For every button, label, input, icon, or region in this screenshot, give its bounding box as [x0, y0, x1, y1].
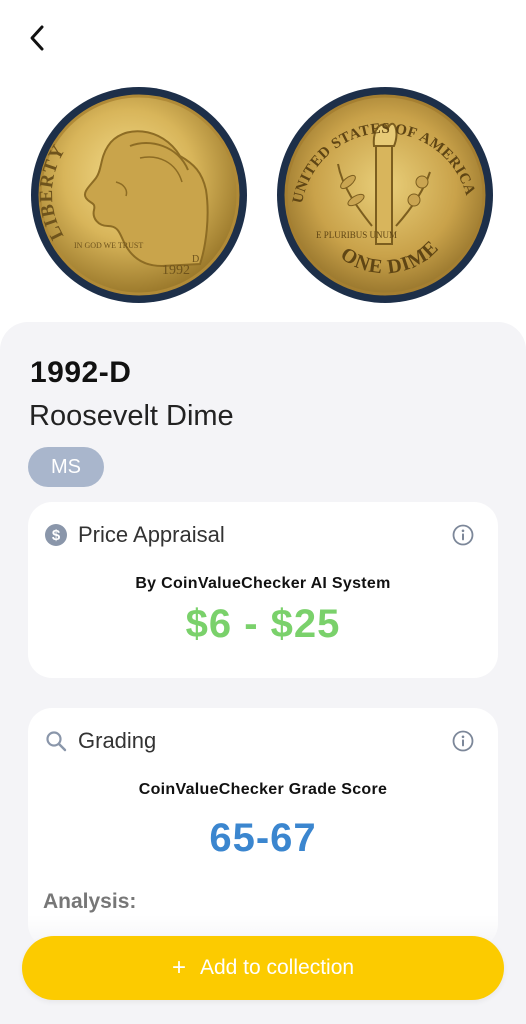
grading-info-icon[interactable]: [452, 730, 474, 752]
obverse-motto: IN GOD WE TRUST: [74, 241, 143, 250]
search-icon: [46, 731, 67, 752]
chevron-left-icon: [30, 25, 44, 51]
add-to-collection-button[interactable]: + Add to collection: [22, 936, 504, 1000]
coin-year: 1992-D: [30, 356, 132, 389]
svg-text:$: $: [52, 527, 61, 544]
obverse-mint-mark: D: [192, 254, 199, 265]
price-appraisal-header: $ Price Appraisal: [44, 522, 225, 548]
grading-header: Grading: [44, 728, 156, 754]
price-appraisal-subtitle: By CoinValueChecker AI System: [135, 575, 391, 592]
reverse-motto: E PLURIBUS UNUM: [316, 230, 397, 240]
price-info-icon[interactable]: [452, 524, 474, 546]
coin-obverse-image[interactable]: LIBERTY IN GOD WE TRUST 1992 D: [30, 86, 248, 304]
plus-icon: +: [171, 954, 186, 981]
add-to-collection-label: Add to collection: [199, 956, 355, 979]
price-appraisal-card: $ Price Appraisal By CoinValueChecker AI…: [28, 502, 498, 678]
dollar-circle-icon: $: [45, 524, 67, 546]
coin-images: LIBERTY IN GOD WE TRUST 1992 D UNITED ST…: [0, 84, 526, 314]
coin-detail-screen: LIBERTY IN GOD WE TRUST 1992 D UNITED ST…: [0, 0, 526, 1024]
grade-badge: MS: [28, 447, 104, 487]
grading-title: Grading: [78, 728, 157, 753]
analysis-label: Analysis:: [43, 890, 137, 913]
back-button[interactable]: [18, 18, 58, 58]
grade-score-value: 65-67: [209, 816, 317, 860]
coin-reverse-image[interactable]: UNITED STATES OF AMERICA E PLURIBUS UNUM…: [276, 86, 494, 304]
coin-name: Roosevelt Dime: [29, 400, 234, 432]
grading-subtitle: CoinValueChecker Grade Score: [138, 781, 388, 798]
obverse-date: 1992: [162, 263, 190, 278]
price-range-value: $6 - $25: [185, 602, 341, 646]
grading-card: Grading CoinValueChecker Grade Score 65-…: [28, 708, 498, 948]
price-appraisal-title: Price Appraisal: [78, 522, 225, 547]
